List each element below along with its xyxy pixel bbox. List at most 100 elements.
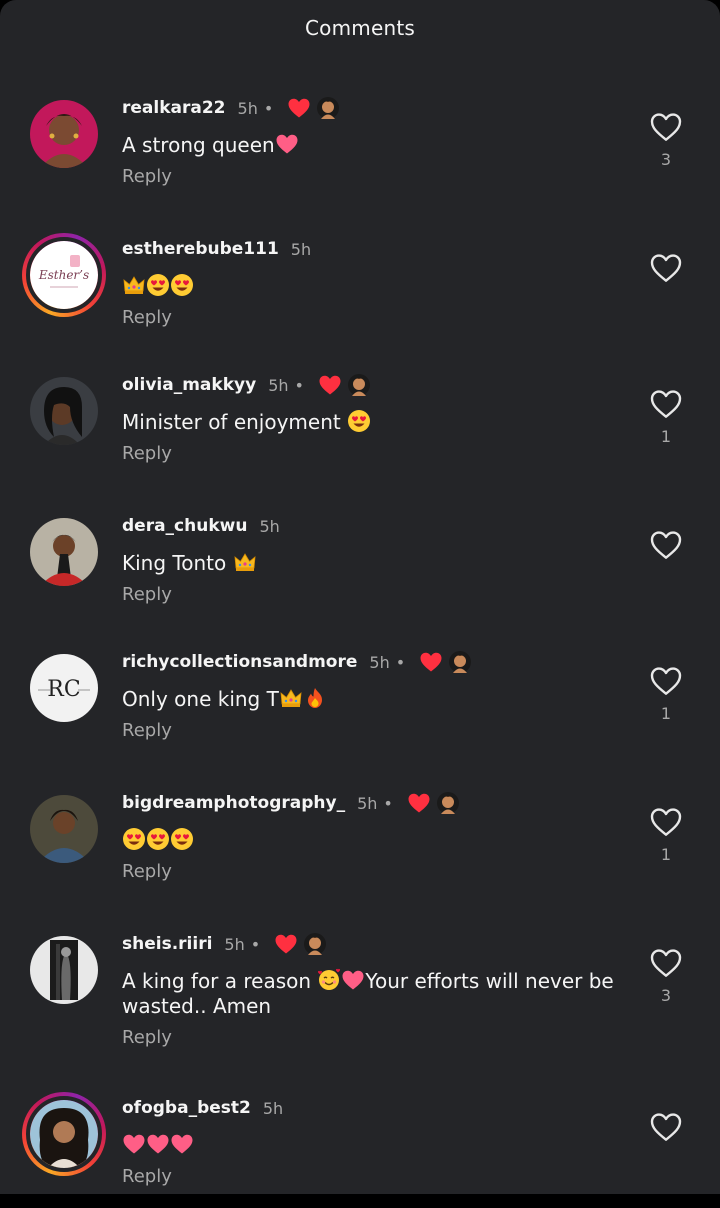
reply-button[interactable]: Reply	[122, 584, 172, 605]
heart-outline-icon[interactable]	[650, 112, 682, 142]
creator-liked-avatar	[347, 374, 370, 396]
comment-item: sheis.riiri 5h • A king for a reason Your e…	[0, 918, 720, 1082]
comment-item: RC richycollectionsandmore 5h • Only one kin…	[0, 636, 720, 777]
sheis-avatar	[30, 936, 98, 1004]
comment-text: A king for a reason Your efforts will ne…	[122, 968, 622, 1019]
comment-item: olivia_makkyy 5h • Minister of enjoyment Re…	[0, 359, 720, 500]
reply-button[interactable]: Reply	[122, 861, 172, 882]
comment-username[interactable]: sheis.riiri	[122, 934, 212, 954]
heart-filled-icon	[419, 650, 443, 674]
avatar[interactable]	[30, 518, 98, 586]
separator-dot: •	[263, 98, 274, 118]
comment-timestamp: 5h	[369, 652, 390, 672]
comment-timestamp: 5h	[290, 239, 312, 259]
separator-dot: •	[294, 375, 304, 395]
esthers-logo-avatar: Esther’s	[30, 241, 98, 309]
heart-filled-icon	[407, 791, 431, 815]
comment-timestamp: 5h	[237, 98, 258, 118]
comment-item: dera_chukwu 5h King Tonto Reply	[0, 500, 720, 636]
comment-username[interactable]: ofogba_best2	[122, 1098, 251, 1118]
comment-timestamp: 5h	[262, 1098, 284, 1118]
comment-text	[122, 273, 622, 299]
olivia-avatar	[30, 377, 98, 445]
heart-eyes-emoji	[170, 827, 194, 851]
comment-text: King Tonto	[122, 550, 622, 576]
avatar[interactable]	[30, 100, 98, 168]
comment-username[interactable]: estherebube111	[122, 239, 279, 259]
reply-button[interactable]: Reply	[122, 1027, 172, 1048]
avatar[interactable]: RC	[30, 654, 98, 722]
heart-outline-icon[interactable]	[650, 530, 682, 560]
story-ring-avatar[interactable]	[22, 1092, 106, 1176]
comment-username[interactable]: realkara22	[122, 98, 226, 118]
reply-button[interactable]: Reply	[122, 166, 172, 187]
realkara22-avatar	[30, 100, 98, 168]
separator-dot: •	[250, 934, 261, 954]
heart-filled-icon	[274, 932, 298, 956]
comment-text-part: A strong queen	[122, 133, 275, 157]
svg-text:RC: RC	[47, 677, 80, 702]
creator-liked-avatar	[436, 792, 459, 814]
comment-username[interactable]: bigdreamphotography_	[122, 793, 345, 813]
ofogba-avatar	[30, 1100, 98, 1168]
comment-timestamp: 5h	[268, 375, 289, 395]
heart-outline-icon[interactable]	[650, 1112, 682, 1142]
rc-logo-avatar: RC	[30, 654, 98, 722]
comment-timestamp: 5h	[224, 934, 245, 954]
heart-outline-icon[interactable]	[650, 807, 682, 837]
page-title: Comments	[304, 16, 415, 40]
comment-text: Only one king T	[122, 686, 622, 712]
fire-emoji	[303, 686, 327, 710]
like-count: 1	[660, 427, 672, 446]
heart-pink-emoji	[122, 1132, 146, 1156]
comment-username[interactable]: richycollectionsandmore	[122, 652, 357, 672]
creator-liked-avatar	[449, 651, 472, 673]
comment-text-part: King Tonto	[122, 551, 233, 575]
comment-timestamp: 5h	[357, 793, 378, 813]
reply-button[interactable]: Reply	[122, 720, 172, 741]
avatar[interactable]	[30, 377, 98, 445]
heart-pink-emoji	[146, 1132, 170, 1156]
heart-pink-emoji	[275, 132, 299, 156]
comment-username[interactable]: dera_chukwu	[122, 516, 247, 536]
bigdream-avatar	[30, 795, 98, 863]
comment-text-part: Minister of enjoyment	[122, 410, 348, 434]
heart-pink-emoji	[341, 968, 365, 992]
comment-item: bigdreamphotography_ 5h • Reply 1	[0, 777, 720, 918]
reply-button[interactable]: Reply	[122, 1166, 172, 1187]
separator-dot: •	[383, 793, 393, 813]
heart-outline-icon[interactable]	[650, 253, 682, 283]
comments-sheet: Comments realkara22 5h • A strong queen Repl…	[0, 0, 720, 1194]
comment-text	[122, 1132, 622, 1158]
heart-pink-emoji	[170, 1132, 194, 1156]
comment-item: Esther’s estherebube111 5h Reply	[0, 223, 720, 359]
crown-emoji	[233, 550, 257, 574]
comment-list[interactable]: realkara22 5h • A strong queen Reply 3 Esther’…	[0, 82, 720, 1194]
comment-item: realkara22 5h • A strong queen Reply 3	[0, 82, 720, 223]
reply-button[interactable]: Reply	[122, 443, 172, 464]
story-ring-avatar[interactable]: Esther’s	[22, 233, 106, 317]
comment-text	[122, 827, 622, 853]
heart-outline-icon[interactable]	[650, 389, 682, 419]
comment-text: Minister of enjoyment	[122, 409, 622, 435]
crown-emoji	[279, 686, 303, 710]
heart-eyes-emoji	[146, 273, 170, 297]
heart-eyes-emoji	[122, 827, 146, 851]
comment-username[interactable]: olivia_makkyy	[122, 375, 256, 395]
heart-eyes-emoji	[347, 409, 371, 433]
creator-liked-avatar	[304, 933, 327, 955]
avatar[interactable]	[30, 936, 98, 1004]
heart-outline-icon[interactable]	[650, 666, 682, 696]
heart-eyes-emoji	[170, 273, 194, 297]
avatar[interactable]	[30, 795, 98, 863]
creator-liked-avatar	[317, 97, 340, 119]
comment-text-part: A king for a reason	[122, 969, 318, 993]
heart-outline-icon[interactable]	[650, 948, 682, 978]
heart-filled-icon	[318, 373, 342, 397]
comment-timestamp: 5h	[259, 516, 280, 536]
crown-emoji	[122, 273, 146, 297]
dera-avatar	[30, 518, 98, 586]
separator-dot: •	[395, 652, 406, 672]
heart-filled-icon	[287, 96, 311, 120]
reply-button[interactable]: Reply	[122, 307, 172, 328]
